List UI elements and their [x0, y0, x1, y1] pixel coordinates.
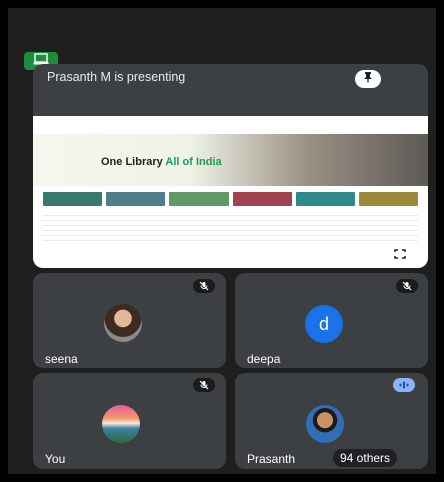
- screen-card: [106, 192, 166, 206]
- hero-title-part-a: One Library: [101, 156, 163, 168]
- speaking-icon: [393, 378, 415, 392]
- participant-name: seena: [45, 352, 78, 366]
- participant-tile-deepa[interactable]: d deepa: [235, 273, 428, 368]
- mic-off-icon: [193, 378, 215, 392]
- avatar: [104, 304, 142, 342]
- shared-screen-text-lines: [43, 211, 418, 241]
- participant-name: deepa: [247, 352, 281, 366]
- pin-icon: [362, 70, 374, 88]
- others-count-badge[interactable]: 94 others: [333, 449, 398, 467]
- fullscreen-icon: [394, 246, 406, 264]
- avatar: [102, 405, 140, 443]
- shared-screen-header: [33, 116, 428, 135]
- hero-title-part-b: All of India: [165, 156, 222, 168]
- presenter-label: Prasanth M is presenting: [47, 70, 186, 84]
- screen-card: [232, 192, 292, 206]
- participant-name: Prasanth: [247, 452, 296, 466]
- participant-tile-you[interactable]: You: [33, 373, 226, 469]
- presentation-tile[interactable]: Prasanth M is presenting One Library All…: [33, 64, 428, 268]
- participant-tile-seena[interactable]: seena: [33, 273, 226, 368]
- shared-screen-hero: One Library All of India: [33, 134, 428, 186]
- screen-card: [358, 192, 419, 206]
- avatar: [306, 405, 344, 443]
- shared-screen: One Library All of India: [33, 116, 428, 268]
- mic-off-icon: [396, 279, 418, 293]
- fullscreen-button[interactable]: [387, 246, 413, 264]
- screen-card: [295, 192, 355, 206]
- participant-name: You: [45, 452, 66, 466]
- screen-card: [43, 192, 103, 206]
- mic-off-icon: [193, 279, 215, 293]
- pin-button[interactable]: [355, 70, 381, 88]
- screen-card: [169, 192, 229, 206]
- participant-tile-prasanth[interactable]: Prasanth 94 others: [235, 373, 428, 469]
- avatar: d: [305, 305, 343, 343]
- shared-screen-hero-title: One Library All of India: [101, 156, 222, 168]
